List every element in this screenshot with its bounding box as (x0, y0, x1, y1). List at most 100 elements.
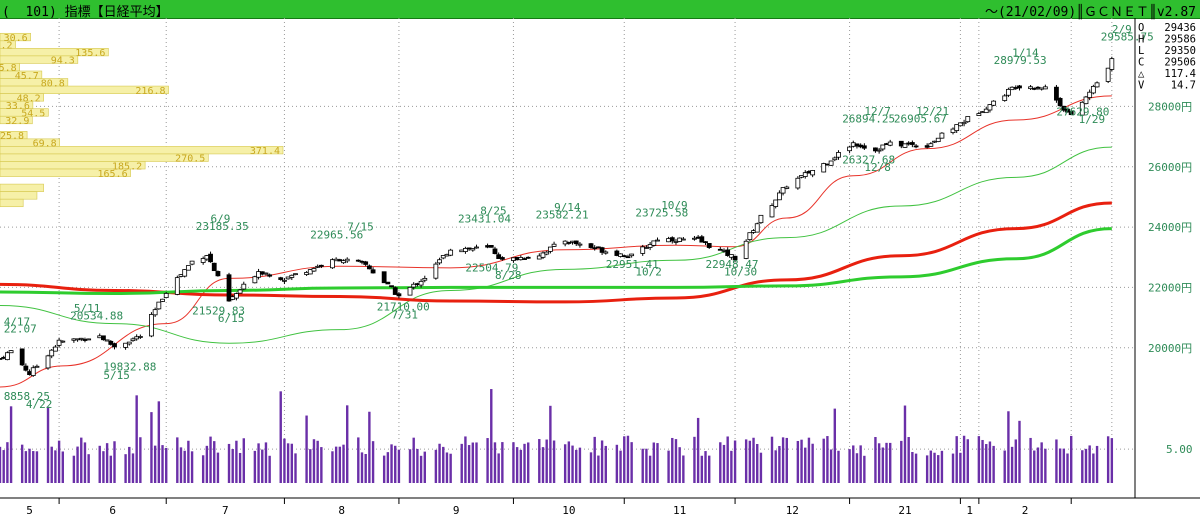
candle-body (215, 271, 221, 277)
volume-bar (874, 437, 877, 483)
volume-bar (32, 451, 35, 483)
candle-body (961, 121, 967, 125)
volume-bar (286, 443, 290, 483)
volume-bar (216, 452, 220, 483)
candle-body (211, 262, 217, 272)
volume-bar (877, 443, 881, 483)
candle-body (776, 192, 782, 201)
volume-bar (804, 447, 807, 483)
volume-bar (1070, 435, 1073, 483)
chart-grid (0, 18, 1134, 483)
volume-bar (859, 445, 862, 483)
volume-bar (397, 449, 401, 483)
volume-bar (981, 439, 984, 483)
volume-bar (0, 446, 2, 483)
volume-bar (1110, 438, 1114, 483)
volume-bar (98, 445, 101, 483)
volume-bar (623, 436, 626, 483)
volume-bar (334, 446, 338, 483)
volume-bar (914, 453, 918, 483)
candle-body (311, 268, 317, 272)
volume-bar (475, 442, 478, 483)
volume-bar (826, 436, 829, 483)
volume-bar (139, 437, 142, 483)
volume-bar (449, 453, 452, 483)
candle-body (237, 289, 243, 294)
volume-bar (176, 437, 179, 483)
volume-bar (279, 391, 282, 483)
candle-body (433, 263, 439, 279)
volume-bar (205, 445, 209, 483)
volume-bar (338, 446, 342, 483)
volume-bar (552, 440, 556, 483)
candle-body (112, 343, 117, 348)
volume-bar (419, 455, 423, 483)
volume-bar (316, 440, 319, 483)
y-tick-label: 24000円 (1148, 221, 1192, 234)
volume-bar (674, 439, 678, 483)
volume-bar (515, 447, 519, 483)
candle-body (19, 348, 25, 366)
volume-bar (1018, 420, 1021, 483)
volume-bar (486, 438, 489, 483)
volume-bar (128, 446, 131, 483)
volume-bar (704, 451, 707, 483)
volume-bar (1095, 445, 1099, 483)
quote-value: 29350 (1164, 45, 1196, 57)
x-tick-label: 8 (338, 504, 345, 517)
volume-bar (157, 401, 161, 483)
candle-body (655, 239, 660, 242)
candle-body (53, 346, 58, 352)
volume-bar (774, 450, 777, 483)
candle-body (470, 248, 476, 251)
candle-body (754, 223, 760, 233)
volume-bar (76, 446, 79, 483)
volume-bar (648, 455, 652, 483)
volume-bar (571, 445, 574, 483)
candle-body (422, 277, 428, 281)
candle-body (795, 177, 801, 189)
candle-body (1006, 88, 1011, 96)
price-annotation: 22.07 (4, 323, 37, 336)
volume-bar (2, 450, 5, 483)
volume-bar (652, 442, 656, 483)
volume-bar (667, 450, 670, 483)
price-annotation: 26894.25 (842, 112, 895, 125)
volume-bar (900, 440, 903, 483)
candle-body (544, 251, 550, 255)
volume-bar (390, 444, 393, 483)
candle-body (474, 246, 479, 249)
candle-body (629, 253, 635, 257)
price-annotation: 22965.56 (310, 228, 363, 241)
candle-body (1109, 58, 1115, 70)
quote-value: 29436 (1164, 22, 1196, 34)
volume-profile-label: 371.4 (250, 146, 280, 157)
volume-bar (113, 441, 116, 483)
volume-bar (442, 446, 445, 483)
price-annotation: 1/29 (1079, 113, 1106, 126)
x-tick-label: 11 (673, 504, 686, 517)
candle-body (880, 144, 886, 150)
volume-profile-label: 10.2 (0, 41, 13, 52)
volume-bar (1081, 450, 1084, 483)
volume-profile-bar (0, 183, 44, 192)
candle-body (86, 338, 92, 341)
volume-bar (538, 439, 541, 483)
price-annotation: 6/15 (218, 312, 245, 325)
candle-body (573, 240, 579, 245)
candle-body (4, 352, 10, 361)
volume-bar (320, 447, 323, 483)
volume-bars (0, 389, 1114, 483)
candle-body (832, 157, 838, 161)
volume-bar (589, 452, 593, 483)
volume-bar (460, 443, 463, 483)
volume-bar (833, 408, 837, 483)
volume-bar (35, 451, 39, 483)
volume-bar (283, 438, 286, 483)
candle-body (381, 271, 387, 284)
volume-bar (46, 406, 50, 483)
volume-bar (726, 436, 729, 483)
volume-bar (438, 443, 441, 483)
volume-bar (83, 442, 87, 483)
candle-body (363, 261, 369, 265)
